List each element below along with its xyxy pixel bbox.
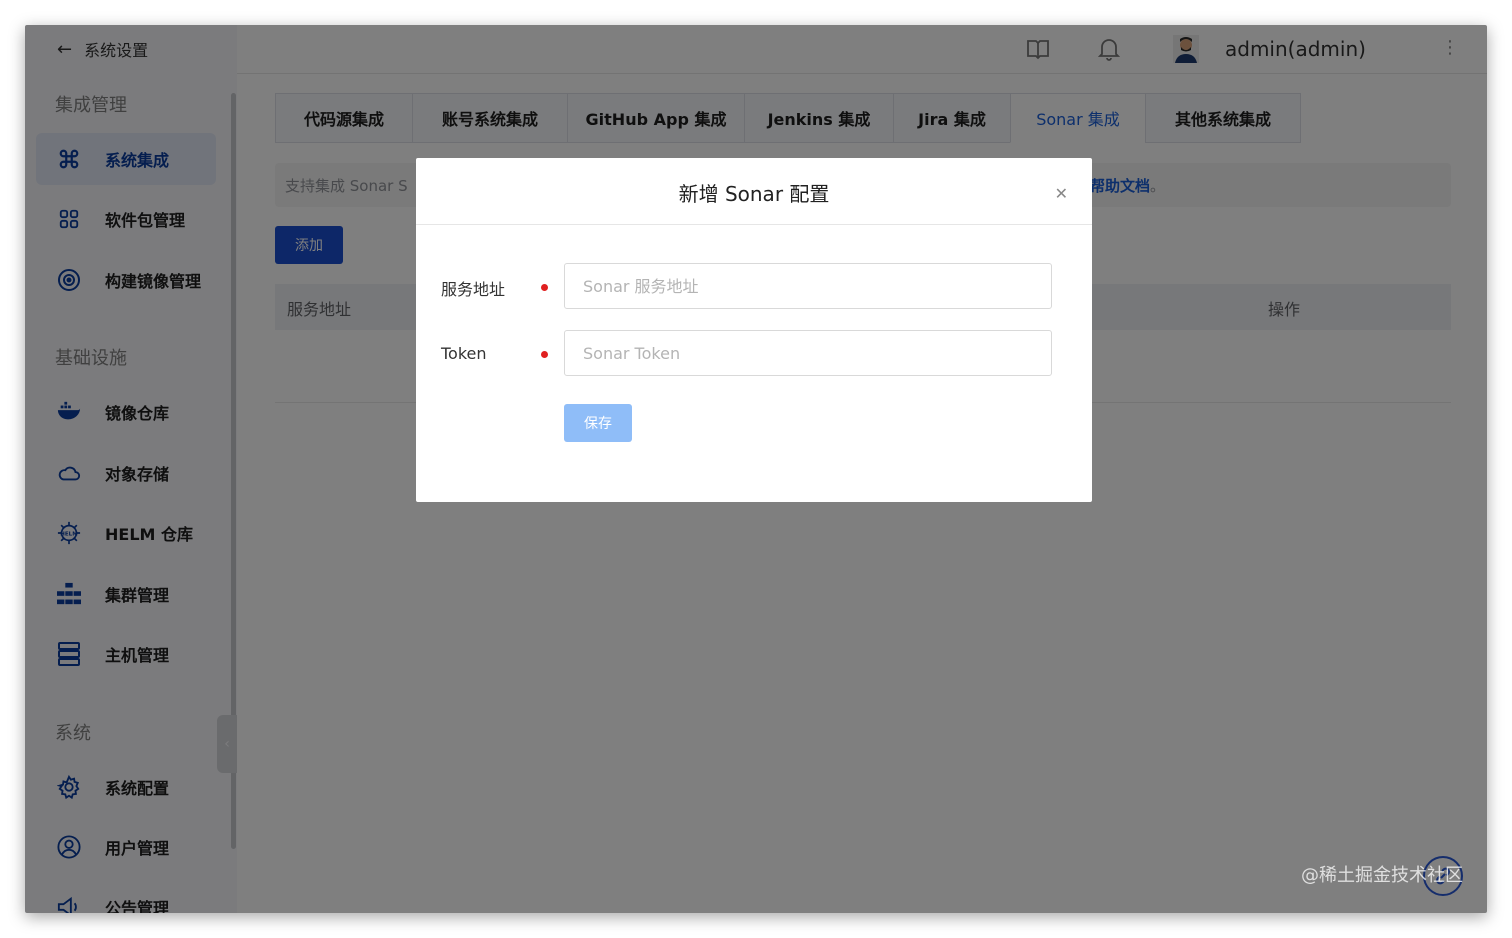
field-label-token: Token [441,344,487,363]
save-button[interactable]: 保存 [564,404,632,442]
close-icon[interactable]: ✕ [1055,184,1068,203]
required-marker [541,284,548,291]
dialog-header: 新增 Sonar 配置 ✕ [416,158,1092,225]
required-marker [541,351,548,358]
app-window: ← 系统设置 集成管理 系统集成 软件包管理 构建镜像管理 基础设施 [25,25,1487,913]
field-label-address: 服务地址 [441,280,506,299]
watermark: @稀土掘金技术社区 [1301,865,1463,886]
add-sonar-dialog: 新增 Sonar 配置 ✕ 服务地址 Token 保存 [416,158,1092,502]
sonar-token-input[interactable] [564,330,1052,376]
dialog-title: 新增 Sonar 配置 [678,182,830,206]
sonar-address-input[interactable] [564,263,1052,309]
